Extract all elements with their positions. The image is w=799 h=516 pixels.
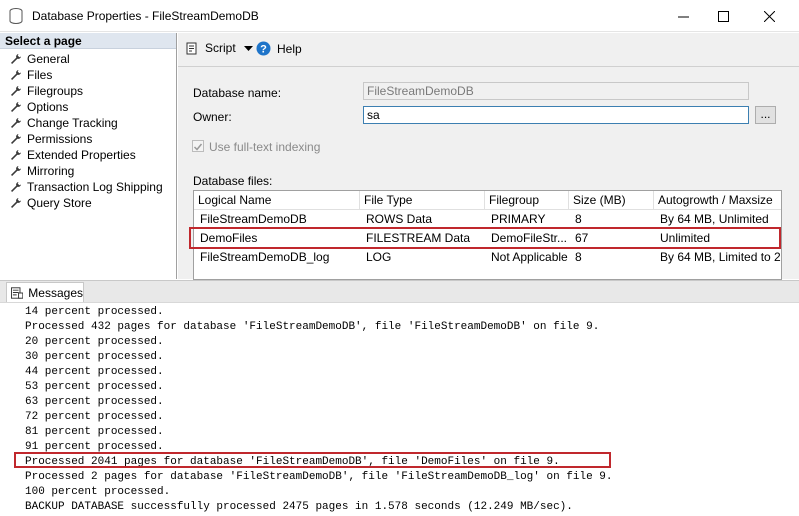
wrench-icon — [11, 54, 21, 64]
close-button[interactable] — [746, 0, 792, 32]
database-name-field: FileStreamDemoDB — [363, 82, 749, 100]
owner-label: Owner: — [193, 110, 232, 124]
page-item-extended-properties[interactable]: Extended Properties — [10, 147, 136, 163]
results-tab-bar: Messages — [0, 280, 799, 303]
page-item-filegroups[interactable]: Filegroups — [10, 83, 83, 99]
fulltext-label: Use full-text indexing — [209, 140, 321, 154]
page-item-label: Query Store — [27, 196, 92, 210]
page-item-files[interactable]: Files — [10, 67, 52, 83]
cell-size: 8 — [575, 250, 582, 264]
messages-icon — [11, 287, 24, 299]
message-line: 100 percent processed. — [25, 486, 171, 498]
wrench-icon — [11, 134, 21, 144]
page-item-general[interactable]: General — [10, 51, 70, 67]
messages-tab[interactable]: Messages — [6, 282, 84, 303]
demofiles-message-highlight — [14, 452, 611, 468]
wrench-icon — [11, 102, 21, 112]
wrench-icon — [11, 70, 21, 80]
wrench-icon — [11, 150, 21, 160]
page-item-label: Filegroups — [27, 84, 84, 98]
maximize-button[interactable] — [700, 0, 746, 32]
message-line: BACKUP DATABASE successfully processed 2… — [25, 501, 573, 513]
page-item-label: Options — [27, 100, 69, 114]
wrench-icon — [11, 182, 21, 192]
page-item-transaction-log-shipping[interactable]: Transaction Log Shipping — [10, 179, 163, 195]
column-header-filegroup[interactable]: Filegroup — [485, 191, 569, 210]
page-item-change-tracking[interactable]: Change Tracking — [10, 115, 118, 131]
page-item-label: Extended Properties — [27, 148, 136, 162]
wrench-icon — [11, 198, 21, 208]
message-line: 30 percent processed. — [25, 351, 164, 363]
page-item-label: Files — [27, 68, 53, 82]
wrench-icon — [11, 118, 21, 128]
message-line: 20 percent processed. — [25, 336, 164, 348]
message-line: 81 percent processed. — [25, 426, 164, 438]
page-item-label: General — [27, 52, 70, 66]
help-label: Help — [277, 41, 302, 56]
help-button[interactable]: ? Help — [256, 41, 302, 56]
column-header-logical-name[interactable]: Logical Name — [194, 191, 360, 210]
message-line: Processed 432 pages for database 'FileSt… — [25, 321, 600, 333]
message-line: 63 percent processed. — [25, 396, 164, 408]
messages-tab-label: Messages — [28, 286, 83, 300]
select-page-header: Select a page — [0, 33, 176, 49]
cell-logical-name: FileStreamDemoDB_log — [200, 250, 330, 264]
column-header-size[interactable]: Size (MB) — [569, 191, 654, 210]
table-row[interactable]: FileStreamDemoDB_log LOG Not Applicable … — [194, 248, 781, 267]
page-item-permissions[interactable]: Permissions — [10, 131, 92, 147]
maximize-icon — [717, 10, 729, 22]
grid-header: Logical Name File Type Filegroup Size (M… — [194, 191, 781, 210]
dropdown-arrow-icon — [243, 45, 253, 51]
help-icon: ? — [256, 41, 271, 56]
database-name-label: Database name: — [193, 86, 282, 100]
wrench-icon — [11, 166, 21, 176]
page-item-options[interactable]: Options — [10, 99, 68, 115]
page-selector-pane: Select a page General Files Filegroups Opti… — [0, 33, 177, 279]
page-item-label: Mirroring — [27, 164, 75, 178]
message-line: 53 percent processed. — [25, 381, 164, 393]
message-line: Processed 2 pages for database 'FileStre… — [25, 471, 613, 483]
message-line: 44 percent processed. — [25, 366, 164, 378]
page-item-label: Change Tracking — [27, 116, 118, 130]
svg-text:?: ? — [260, 44, 267, 56]
database-files-label: Database files: — [193, 174, 273, 188]
script-icon — [186, 42, 197, 54]
column-header-file-type[interactable]: File Type — [360, 191, 485, 210]
minimize-icon — [677, 16, 689, 17]
script-button[interactable]: Script — [186, 41, 259, 55]
message-line: 14 percent processed. — [25, 306, 164, 318]
close-icon — [763, 10, 775, 22]
toolbar: Script ? Help — [178, 33, 799, 67]
script-label: Script — [205, 41, 236, 55]
cell-file-type: LOG — [366, 250, 392, 264]
checkmark-icon — [193, 143, 203, 151]
database-icon — [9, 8, 23, 24]
cell-filegroup: Not Applicable — [491, 250, 568, 264]
column-header-autogrowth[interactable]: Autogrowth / Maxsize — [654, 191, 781, 210]
page-item-mirroring[interactable]: Mirroring — [10, 163, 74, 179]
message-line: 72 percent processed. — [25, 411, 164, 423]
window-title: Database Properties - FileStreamDemoDB — [32, 9, 259, 23]
cell-autogrowth: By 64 MB, Limited to 2... — [660, 250, 781, 264]
title-bar: Database Properties - FileStreamDemoDB — [0, 0, 799, 32]
messages-panel[interactable]: 14 percent processed. Processed 432 page… — [0, 302, 799, 516]
page-item-query-store[interactable]: Query Store — [10, 195, 92, 211]
wrench-icon — [11, 86, 21, 96]
page-item-label: Transaction Log Shipping — [27, 180, 163, 194]
page-item-label: Permissions — [27, 132, 93, 146]
demofiles-row-highlight — [189, 227, 781, 249]
owner-field[interactable]: sa — [363, 106, 749, 124]
fulltext-checkbox[interactable] — [192, 140, 204, 152]
browse-owner-button[interactable]: ... — [755, 106, 776, 124]
